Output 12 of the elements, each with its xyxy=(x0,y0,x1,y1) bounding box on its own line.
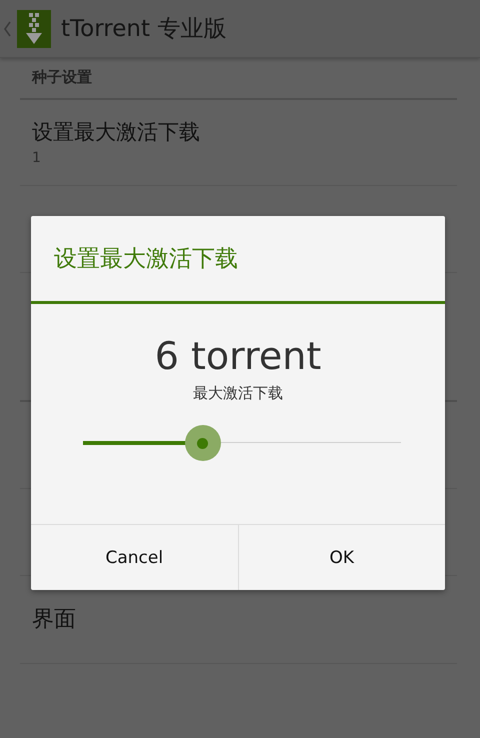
slider[interactable] xyxy=(83,425,401,461)
value-text: 6 torrent xyxy=(154,334,322,378)
app-title: tTorrent 专业版 xyxy=(61,15,226,44)
slider-thumb[interactable] xyxy=(184,425,221,461)
setting-title: 界面 xyxy=(32,606,77,634)
dialog-button[interactable]: OK xyxy=(238,525,445,590)
app-logo-icon xyxy=(17,10,51,48)
value-caption: 最大激活下载 xyxy=(193,384,283,403)
dialog-title: 设置最大激活下载 xyxy=(53,245,239,274)
section-header: 种子设置 xyxy=(30,67,93,88)
setting-title: 设置最大激活下载 xyxy=(32,119,201,146)
dialog-button[interactable]: Cancel xyxy=(31,525,238,590)
